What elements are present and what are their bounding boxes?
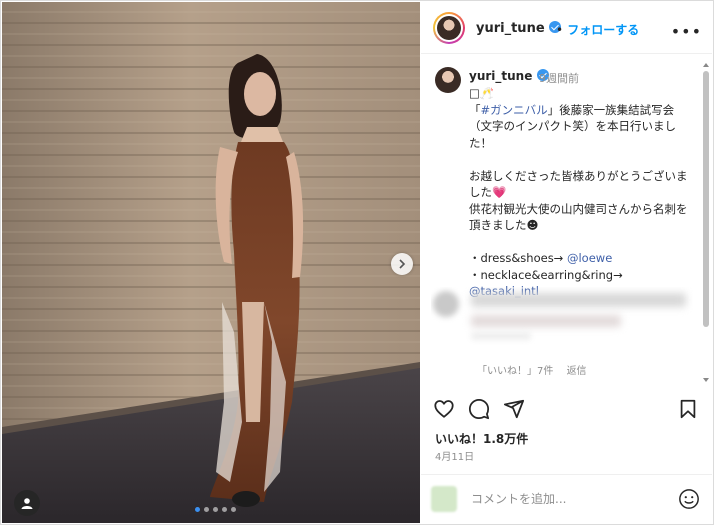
likes-count[interactable]: いいね！1.8万件 [435,430,528,447]
post-time[interactable]: 9週間前 [539,70,579,86]
comment-input[interactable] [471,489,651,509]
post-side-panel: yuri_tune • フォローする ••• yuri_tune 9週間前 □🥂… [421,2,712,523]
caption-line-hashtag: 「#ガンニバル」後藤家一族集結試写会（文字のインパクト笑）を本日行いました！ [469,102,676,150]
comment-meta: 「いいね！」7件 返信 [477,362,597,377]
scrollbar-thumb[interactable] [703,71,709,327]
carousel-dots [195,507,236,512]
scroll-down-arrow-icon[interactable] [703,378,709,382]
post-caption: □🥂 「#ガンニバル」後藤家一族集結試写会（文字のインパクト笑）を本日行いました… [469,85,694,300]
bookmark-icon[interactable] [677,398,699,420]
add-comment-bar [421,474,712,523]
post-actions [421,394,712,426]
caption-line: □🥂 [469,86,495,100]
author-avatar[interactable] [433,12,465,44]
comments-area[interactable]: yuri_tune 9週間前 □🥂 「#ガンニバル」後藤家一族集結試写会（文字の… [421,55,712,388]
follow-button[interactable]: フォローする [567,23,639,37]
heart-icon[interactable] [433,398,455,420]
current-user-avatar [431,486,457,512]
comment-likes-count[interactable]: 「いいね！」7件 [477,366,553,377]
carousel-dot [195,507,200,512]
carousel-dot [231,507,236,512]
comment-icon[interactable] [468,398,490,420]
caption-avatar[interactable] [435,67,461,93]
header-separator: • [556,23,564,37]
post-date: 4月11日 [435,452,475,463]
scrollbar[interactable] [702,59,710,384]
post-header: yuri_tune • フォローする ••• [421,2,712,54]
carousel-dot [222,507,227,512]
hashtag-link[interactable]: #ガンニバル [481,103,548,117]
caption-line-dress: ・dress&shoes→ @loewe [469,251,613,265]
post-photo[interactable] [2,2,420,523]
caption-line: 供花村観光大使の山内健司さんから名刺を頂きました☻ [469,201,688,233]
carousel-next-button[interactable] [391,253,413,275]
mention-link[interactable]: @loewe [567,251,612,265]
more-options-icon[interactable]: ••• [671,22,702,41]
share-icon[interactable] [503,398,525,420]
tagged-users-button[interactable] [14,490,40,516]
blurred-comment [431,287,693,345]
avatar-image [437,16,461,40]
photo-image [2,2,420,523]
carousel-dot [213,507,218,512]
caption-username[interactable]: yuri_tune [469,69,532,83]
reply-button[interactable]: 返信 [567,366,587,377]
carousel-dot [204,507,209,512]
scroll-up-arrow-icon[interactable] [703,63,709,67]
author-username[interactable]: yuri_tune [476,21,545,36]
emoji-icon[interactable] [678,488,700,510]
user-icon [21,498,33,509]
chevron-right-icon [399,259,406,269]
caption-line: お越しくださった皆様ありがとうございました💗 [469,168,688,200]
